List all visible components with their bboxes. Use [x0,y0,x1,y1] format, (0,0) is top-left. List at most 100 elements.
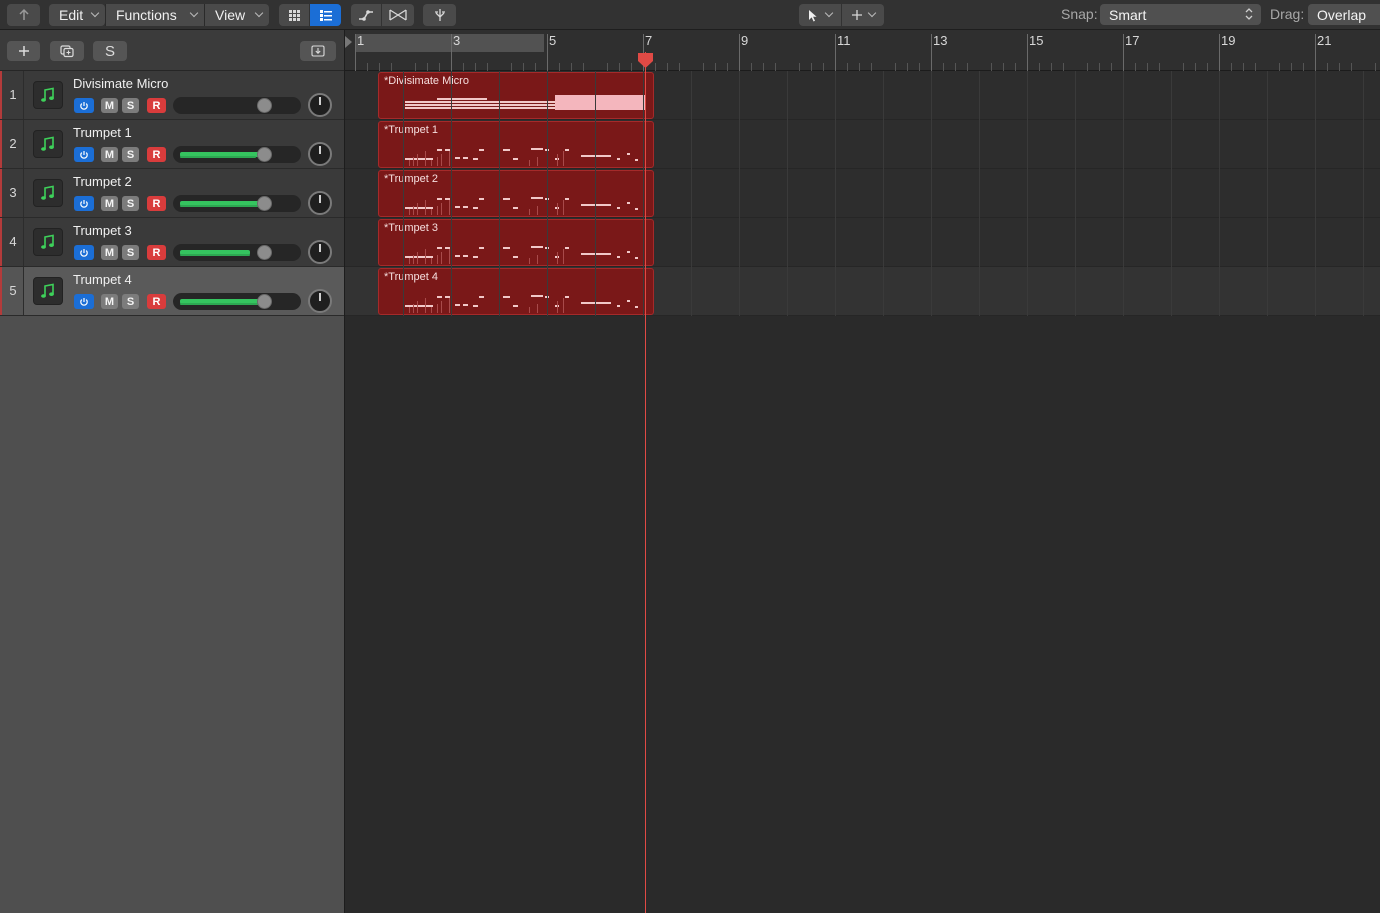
track-on-off-button[interactable] [74,196,94,211]
record-enable-button[interactable]: R [147,147,166,162]
playhead-line[interactable] [645,52,646,913]
track-lane[interactable]: *Divisimate Micro [345,71,1380,120]
volume-slider[interactable] [173,97,301,114]
volume-knob[interactable] [257,294,272,309]
record-enable-button[interactable]: R [147,245,166,260]
bar-number: 7 [645,33,653,48]
solo-button[interactable]: S [122,147,139,162]
track-lane[interactable]: *Trumpet 1 [345,120,1380,169]
mute-button[interactable]: M [101,147,118,162]
volume-knob[interactable] [257,245,272,260]
midi-note [503,198,510,200]
midi-region[interactable]: *Trumpet 1 [378,121,654,168]
record-enable-button[interactable]: R [147,98,166,113]
playhead-marker-icon[interactable] [637,52,654,69]
catch-playhead-button[interactable] [423,4,456,26]
automation-button[interactable] [351,4,381,26]
velocity-line [425,151,426,166]
bar-ruler[interactable]: 1 3 5 7 9 11 13 15 17 19 21 [345,30,1380,71]
midi-note [627,153,630,155]
software-instrument-note-icon[interactable] [33,228,63,256]
bar-number: 3 [453,33,461,48]
midi-note [455,255,460,257]
velocity-line [413,157,414,166]
volume-knob[interactable] [257,98,272,113]
arrange-area[interactable]: 1 3 5 7 9 11 13 15 17 19 21 *Divisimate … [345,30,1380,913]
global-solo-button[interactable]: S [93,41,127,61]
secondary-tool-select[interactable] [842,4,884,26]
volume-slider[interactable] [173,146,301,163]
midi-region[interactable]: *Trumpet 2 [378,170,654,217]
beat-tick [619,63,620,71]
functions-menu-button[interactable]: Functions [106,4,204,26]
track-row[interactable]: 5 Trumpet 4 M S R [0,267,344,316]
cycle-range[interactable] [355,34,544,52]
mute-button[interactable]: M [101,245,118,260]
track-on-off-button[interactable] [74,294,94,309]
mute-button[interactable]: M [101,98,118,113]
add-track-button[interactable] [7,41,40,61]
solo-button[interactable]: S [122,294,139,309]
volume-meter [180,303,262,305]
midi-region[interactable]: *Trumpet 3 [378,219,654,266]
mute-button[interactable]: M [101,196,118,211]
drag-select[interactable]: Overlap [1308,4,1380,25]
pointer-arrow-icon [808,9,818,22]
velocity-line [557,203,558,215]
duplicate-track-button[interactable] [50,41,84,61]
volume-slider[interactable] [173,293,301,310]
midi-region[interactable]: *Divisimate Micro [378,72,654,119]
solo-button[interactable]: S [122,196,139,211]
solo-button[interactable]: S [122,245,139,260]
solo-button[interactable]: S [122,98,139,113]
track-row[interactable]: 3 Trumpet 2 M S R [0,169,344,218]
record-enable-button[interactable]: R [147,294,166,309]
velocity-line [417,203,418,215]
pan-knob[interactable] [308,289,332,313]
track-row[interactable]: 1 Divisimate Micro M S R [0,71,344,120]
region-name: *Divisimate Micro [384,75,469,87]
pan-knob[interactable] [308,191,332,215]
track-name[interactable]: Trumpet 3 [73,223,132,238]
software-instrument-note-icon[interactable] [33,277,63,305]
software-instrument-note-icon[interactable] [33,81,63,109]
volume-knob[interactable] [257,147,272,162]
list-view-button[interactable] [310,4,341,26]
track-name[interactable]: Trumpet 2 [73,174,132,189]
flex-button[interactable] [382,4,414,26]
track-name[interactable]: Trumpet 1 [73,125,132,140]
view-menu-button[interactable]: View [205,4,269,26]
software-instrument-note-icon[interactable] [33,179,63,207]
track-on-off-button[interactable] [74,98,94,113]
pan-knob[interactable] [308,142,332,166]
track-lane[interactable]: *Trumpet 3 [345,218,1380,267]
drag-label: Drag: [1270,6,1305,22]
pan-knob[interactable] [308,93,332,117]
track-lane[interactable]: *Trumpet 2 [345,169,1380,218]
mute-button[interactable]: M [101,294,118,309]
pointer-tool-select[interactable] [799,4,841,26]
track-name[interactable]: Trumpet 4 [73,272,132,287]
grid-view-button[interactable] [279,4,309,26]
track-row[interactable]: 4 Trumpet 3 M S R [0,218,344,267]
pan-knob[interactable] [308,240,332,264]
track-on-off-button[interactable] [74,245,94,260]
edit-menu-button[interactable]: Edit [49,4,105,26]
grid-line [691,71,692,316]
track-name[interactable]: Divisimate Micro [73,76,168,91]
volume-slider[interactable] [173,244,301,261]
snap-value: Smart [1109,6,1147,23]
record-enable-button[interactable]: R [147,196,166,211]
beat-tick [991,63,992,71]
collapse-tracks-button[interactable] [300,41,336,61]
track-on-off-button[interactable] [74,147,94,162]
snap-select[interactable]: Smart [1100,4,1261,25]
volume-slider[interactable] [173,195,301,212]
beat-tick [1003,63,1004,71]
volume-knob[interactable] [257,196,272,211]
back-arrow-button[interactable] [7,4,40,26]
track-lane[interactable]: *Trumpet 4 [345,267,1380,316]
track-row[interactable]: 2 Trumpet 1 M S R [0,120,344,169]
midi-region[interactable]: *Trumpet 4 [378,268,654,315]
software-instrument-note-icon[interactable] [33,130,63,158]
